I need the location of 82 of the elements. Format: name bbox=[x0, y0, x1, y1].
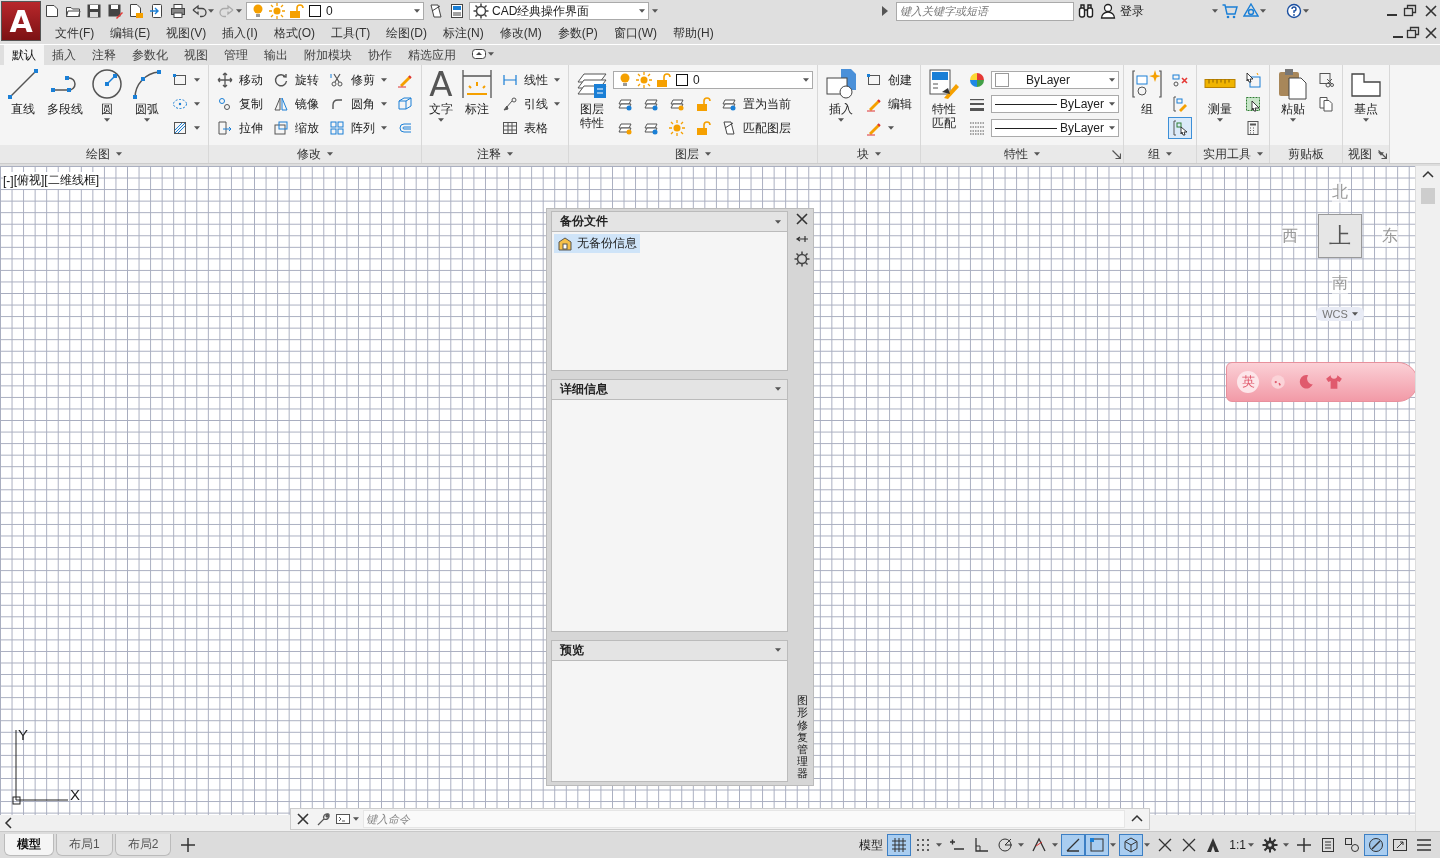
linetype-dropdown[interactable]: ByLayer bbox=[991, 119, 1119, 137]
command-input[interactable]: 键入命令 bbox=[363, 810, 1125, 828]
ribbon-large-button[interactable]: A 文字 bbox=[426, 68, 456, 145]
menu-item[interactable]: 视图(V) bbox=[166, 24, 207, 42]
search-field[interactable]: 键入关键字或短语 bbox=[896, 1, 1074, 21]
ribbon-large-button[interactable]: 插入 bbox=[822, 68, 860, 145]
ribbon-large-button[interactable]: 基点 bbox=[1347, 68, 1385, 145]
viewport-control[interactable]: [-] bbox=[3, 172, 14, 189]
layer-dropdown[interactable]: 0 bbox=[613, 71, 813, 89]
palette-title: 图形修复管理器 bbox=[796, 694, 808, 779]
tool-button[interactable]: 线性 bbox=[498, 69, 564, 91]
menu-item[interactable]: 插入(I) bbox=[222, 24, 258, 42]
drawing-canvas[interactable]: [-][俯视][二维线框] 备份文件 无备份信息 详细信息 预览 图形修复管理器 北 西 上 东 南 WCS 英 Y X bbox=[0, 166, 1415, 815]
layout-tab[interactable]: 布局2 bbox=[114, 834, 172, 856]
section-header[interactable]: 预览 bbox=[552, 640, 787, 661]
tool-button[interactable]: 阵列 bbox=[325, 117, 391, 139]
color-dropdown[interactable]: ByLayer bbox=[991, 71, 1119, 89]
section-header[interactable]: 备份文件 bbox=[552, 212, 787, 232]
ribbon-large-button[interactable]: 直线 bbox=[4, 68, 42, 145]
panel-title[interactable]: 图层 bbox=[675, 145, 711, 163]
login-button[interactable]: 登录 bbox=[1098, 2, 1146, 20]
ribbon-tab[interactable]: 参数化 bbox=[124, 45, 176, 65]
tool-button[interactable]: 缩放 bbox=[269, 117, 323, 139]
ribbon-large-button[interactable]: 图层特性 bbox=[573, 68, 611, 145]
status-button[interactable]: 模型 bbox=[855, 833, 888, 857]
tool-button[interactable]: 圆角 bbox=[325, 93, 391, 115]
menu-item[interactable]: 标注(N) bbox=[443, 24, 484, 42]
tool-button[interactable]: 匹配图层 bbox=[717, 117, 795, 139]
text-icon: A bbox=[429, 68, 453, 100]
tool-button[interactable]: 编辑 bbox=[862, 93, 916, 115]
menu-item[interactable]: 编辑(E) bbox=[110, 24, 151, 42]
ribbon-tab[interactable]: 插入 bbox=[44, 45, 84, 65]
tool-button[interactable]: 表格 bbox=[498, 117, 552, 139]
tool-button[interactable]: 置为当前 bbox=[717, 93, 795, 115]
ribbon-tab[interactable]: 精选应用 bbox=[400, 45, 464, 65]
tool-button[interactable]: 拉伸 bbox=[213, 117, 267, 139]
menu-item[interactable]: 窗口(W) bbox=[613, 24, 657, 42]
menu-item[interactable]: 帮助(H) bbox=[673, 24, 714, 42]
ribbon-tab[interactable]: 附加模块 bbox=[296, 45, 360, 65]
tool-button[interactable]: 复制 bbox=[213, 93, 267, 115]
panel-title[interactable]: 修改 bbox=[297, 145, 333, 163]
menu-item[interactable]: 参数(P) bbox=[557, 24, 598, 42]
tool-button[interactable]: 引线 bbox=[498, 93, 564, 115]
ribbon-large-button[interactable]: 多段线 bbox=[44, 68, 86, 145]
menu-item[interactable]: 修改(M) bbox=[499, 24, 542, 42]
layout-tab[interactable]: 模型 bbox=[4, 834, 54, 856]
view-cube[interactable]: 上 bbox=[1318, 214, 1362, 258]
tool-button[interactable]: 修剪 bbox=[325, 69, 391, 91]
ribbon-large-button[interactable]: 特性匹配 bbox=[925, 68, 963, 145]
menu-item[interactable]: 绘图(D) bbox=[386, 24, 427, 42]
ribbon-tab[interactable]: 管理 bbox=[216, 45, 256, 65]
menu-item[interactable]: 格式(O) bbox=[273, 24, 315, 42]
ribbon-large-button[interactable]: 粘贴 bbox=[1274, 68, 1312, 145]
section-header[interactable]: 详细信息 bbox=[552, 379, 787, 400]
ribbon-tab[interactable]: 默认 bbox=[4, 45, 44, 65]
ribbon-tab[interactable]: 输出 bbox=[256, 45, 296, 65]
viewport-control[interactable]: [二维线框] bbox=[44, 172, 99, 189]
menu-item[interactable]: 工具(T) bbox=[331, 24, 371, 42]
panel-title[interactable]: 绘图 bbox=[86, 145, 122, 163]
tool-button[interactable]: 旋转 bbox=[269, 69, 323, 91]
ribbon-large-button[interactable]: 标注 bbox=[458, 68, 496, 145]
tool-button[interactable]: 创建 bbox=[862, 69, 916, 91]
panel-title[interactable]: 特性 bbox=[1004, 145, 1040, 163]
layout-tab[interactable]: 布局1 bbox=[56, 834, 113, 856]
ucs-dropdown[interactable]: WCS bbox=[1316, 307, 1364, 321]
ribbon-tab[interactable]: 协作 bbox=[360, 45, 400, 65]
list-item[interactable]: 无备份信息 bbox=[554, 234, 640, 253]
ribbon-tab[interactable]: 注释 bbox=[84, 45, 124, 65]
layer-dropdown[interactable]: 0 bbox=[246, 2, 424, 20]
tool-button[interactable]: 移动 bbox=[213, 69, 267, 91]
ribbon-large-button[interactable]: 组 bbox=[1128, 68, 1166, 145]
application-menu-button[interactable]: A bbox=[1, 1, 41, 41]
linetype-dropdown[interactable]: ByLayer bbox=[991, 95, 1119, 113]
tool-button[interactable]: 镜像 bbox=[269, 93, 323, 115]
ribbon-large-button[interactable]: 圆弧 bbox=[128, 68, 166, 145]
status-button[interactable]: 1:1 bbox=[1225, 835, 1258, 855]
workspace-dropdown[interactable]: CAD经典操作界面 bbox=[469, 2, 649, 20]
ribbon-large-button[interactable]: 圆 bbox=[88, 68, 126, 145]
menu-item[interactable]: 文件(F) bbox=[55, 24, 95, 42]
viewport-control[interactable]: [俯视] bbox=[13, 172, 45, 189]
ribbon-large-button[interactable]: 测量 bbox=[1201, 68, 1239, 145]
ribbon-tab[interactable]: 视图 bbox=[176, 45, 216, 65]
